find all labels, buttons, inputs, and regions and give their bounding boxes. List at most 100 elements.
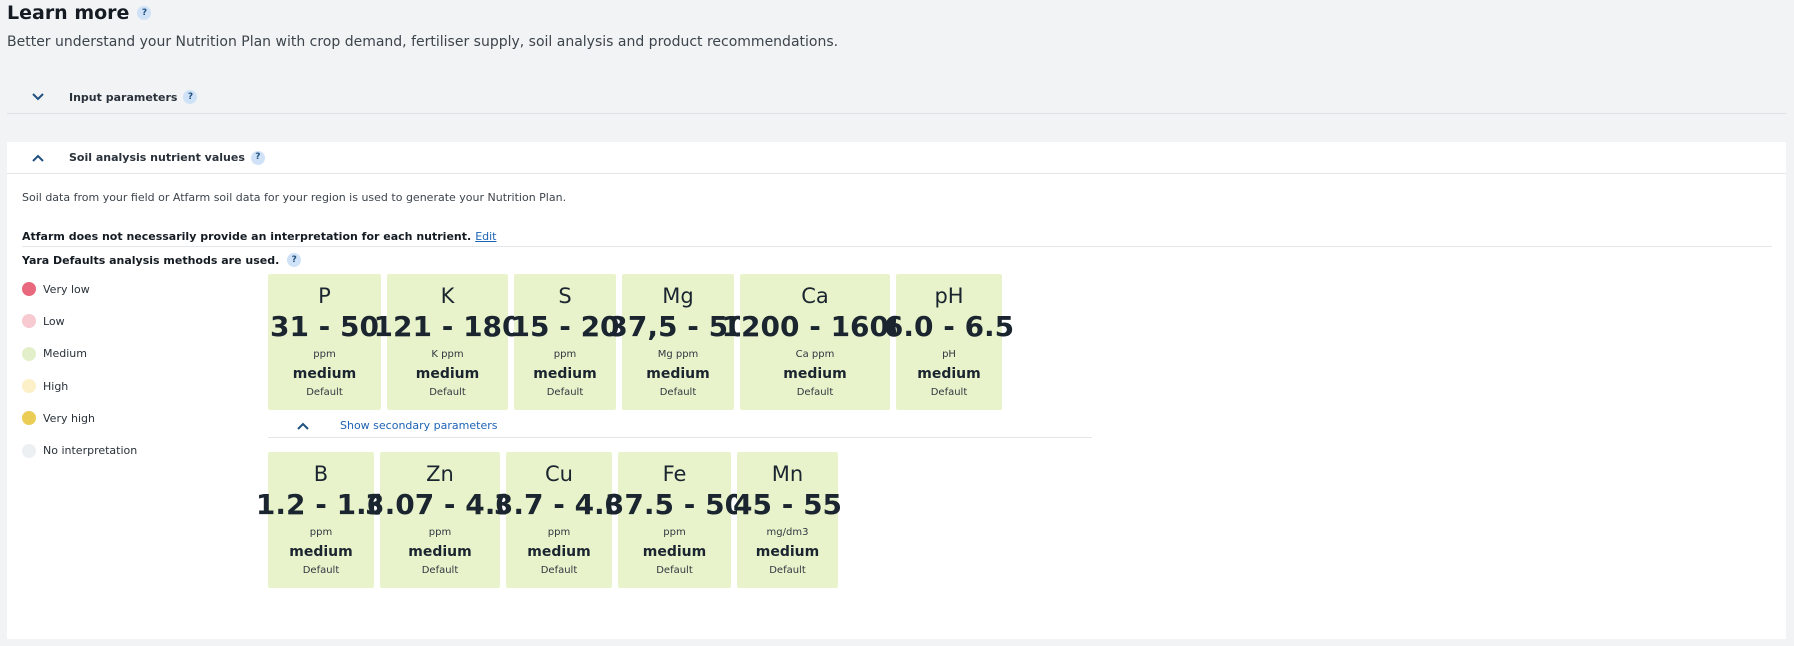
nutrient-range: 1200 - 1600 bbox=[721, 310, 909, 343]
nutrient-source: Default bbox=[659, 387, 697, 398]
nutrient-level: medium bbox=[527, 544, 591, 560]
nutrient-unit: ppm bbox=[428, 527, 452, 538]
nutrient-source: Default bbox=[930, 387, 968, 398]
edit-link[interactable]: Edit bbox=[475, 230, 496, 243]
nutrient-card[interactable]: S 15 - 20 ppm medium Default bbox=[510, 274, 620, 410]
nutrient-unit: Ca ppm bbox=[795, 349, 835, 360]
nutrient-unit: ppm bbox=[313, 349, 336, 360]
help-icon[interactable]: ? bbox=[183, 90, 198, 104]
nutrient-source: Default bbox=[429, 387, 466, 398]
analysis-method-text: Yara Defaults analysis methods are used. bbox=[22, 253, 280, 267]
legend-dot-icon bbox=[22, 346, 36, 361]
legend-item: Very high bbox=[22, 402, 137, 434]
chevron-up-icon[interactable] bbox=[294, 417, 312, 435]
nutrient-name: P bbox=[318, 284, 331, 308]
nutrient-card[interactable]: K 121 - 180 K ppm medium Default bbox=[374, 274, 522, 410]
divider bbox=[22, 246, 1772, 247]
nutrient-source: Default bbox=[540, 565, 578, 576]
nutrient-range: 45 - 55 bbox=[732, 488, 843, 521]
nutrient-unit: ppm bbox=[547, 527, 571, 538]
nutrient-range: 15 - 20 bbox=[510, 310, 620, 343]
soil-analysis-panel: Soil analysis nutrient values ? Soil dat… bbox=[7, 142, 1786, 639]
nutrient-level: medium bbox=[408, 544, 472, 560]
legend-label: Very high bbox=[43, 411, 95, 425]
nutrient-range: 31 - 50 bbox=[269, 310, 380, 343]
page-header: Learn more ? bbox=[7, 2, 152, 24]
nutrient-source: Default bbox=[306, 387, 343, 398]
nutrient-unit: Mg ppm bbox=[657, 349, 699, 360]
legend-label: Very low bbox=[43, 282, 90, 296]
help-icon[interactable]: ? bbox=[287, 253, 302, 267]
help-icon[interactable]: ? bbox=[137, 6, 152, 20]
nutrient-level: medium bbox=[646, 366, 710, 382]
primary-nutrient-cards: P 31 - 50 ppm medium Default K 121 - 180 K ppm m… bbox=[268, 274, 1014, 410]
nutrient-source: Default bbox=[546, 387, 584, 398]
nutrient-source: Default bbox=[421, 565, 459, 576]
input-parameters-title: Input parameters bbox=[69, 90, 178, 104]
page-title: Learn more bbox=[7, 2, 130, 24]
input-parameters-accordion: Input parameters ? bbox=[7, 80, 1786, 114]
nutrient-name: S bbox=[558, 284, 572, 308]
nutrient-level: medium bbox=[917, 366, 981, 382]
nutrient-name: K bbox=[440, 284, 455, 308]
secondary-parameters-toggle[interactable]: Show secondary parameters bbox=[268, 414, 1092, 438]
chevron-down-icon[interactable] bbox=[29, 88, 47, 106]
interpretation-legend: Very low Low Medium High Very high No interpr… bbox=[22, 273, 137, 467]
nutrient-card[interactable]: Mn 45 - 55 mg/dm3 medium Default bbox=[733, 452, 842, 588]
nutrient-card[interactable]: pH 6.0 - 6.5 pH medium Default bbox=[884, 274, 1014, 410]
soil-analysis-header[interactable]: Soil analysis nutrient values ? bbox=[7, 142, 1786, 174]
warning-text: Atfarm does not necessarily provide an i… bbox=[22, 230, 472, 243]
nutrient-source: Default bbox=[769, 565, 806, 576]
nutrient-level: medium bbox=[292, 366, 357, 382]
nutrient-range: 6.0 - 6.5 bbox=[883, 310, 1015, 343]
nutrient-level: medium bbox=[289, 544, 353, 560]
nutrient-unit: ppm bbox=[553, 349, 577, 360]
nutrient-card[interactable]: Cu 3.7 - 4.0 ppm medium Default bbox=[494, 452, 624, 588]
nutrient-range: 3.07 - 4.0 bbox=[365, 488, 515, 521]
nutrient-card[interactable]: B 1.2 - 1.6 ppm medium Default bbox=[256, 452, 386, 588]
nutrient-source: Default bbox=[656, 565, 693, 576]
legend-dot-icon bbox=[22, 282, 36, 297]
nutrient-unit: K ppm bbox=[431, 349, 464, 360]
secondary-parameters-label[interactable]: Show secondary parameters bbox=[340, 419, 497, 432]
nutrient-name: Cu bbox=[545, 462, 573, 486]
nutrient-card[interactable]: Ca 1200 - 1600 Ca ppm medium Default bbox=[722, 274, 909, 410]
nutrient-level: medium bbox=[642, 544, 707, 560]
analysis-method: Yara Defaults analysis methods are used.… bbox=[22, 253, 302, 267]
nutrient-level: medium bbox=[783, 366, 847, 382]
page-subtitle: Better understand your Nutrition Plan wi… bbox=[7, 34, 839, 50]
legend-item: Medium bbox=[22, 338, 137, 370]
legend-label: No interpretation bbox=[43, 444, 138, 458]
legend-item: High bbox=[22, 370, 137, 402]
legend-label: Medium bbox=[43, 347, 87, 361]
nutrient-range: 121 - 180 bbox=[373, 310, 522, 343]
help-icon[interactable]: ? bbox=[250, 150, 265, 165]
nutrient-name: pH bbox=[934, 284, 964, 308]
nutrient-source: Default bbox=[302, 565, 340, 576]
chevron-up-icon[interactable] bbox=[29, 149, 47, 167]
nutrient-name: B bbox=[313, 462, 329, 486]
legend-item: Low bbox=[22, 305, 137, 337]
soil-analysis-title: Soil analysis nutrient values bbox=[69, 151, 245, 164]
legend-dot-icon bbox=[22, 443, 36, 458]
nutrient-level: medium bbox=[755, 544, 820, 560]
nutrient-card[interactable]: P 31 - 50 ppm medium Default bbox=[268, 274, 381, 410]
nutrient-name: Mg bbox=[662, 284, 694, 308]
nutrient-card[interactable]: Zn 3.07 - 4.0 ppm medium Default bbox=[365, 452, 515, 588]
input-parameters-header[interactable]: Input parameters ? bbox=[7, 80, 1786, 114]
legend-label: Low bbox=[43, 314, 65, 328]
nutrient-card[interactable]: Mg 37,5 - 50 Mg ppm medium Default bbox=[608, 274, 748, 410]
legend-item: No interpretation bbox=[22, 434, 137, 466]
legend-dot-icon bbox=[22, 314, 36, 329]
nutrient-level: medium bbox=[533, 366, 597, 382]
nutrient-unit: ppm bbox=[663, 527, 686, 538]
legend-label: High bbox=[43, 379, 69, 393]
nutrient-unit: ppm bbox=[309, 527, 333, 538]
legend-item: Very low bbox=[22, 273, 137, 305]
nutrient-name: Zn bbox=[426, 462, 454, 486]
nutrient-name: Fe bbox=[662, 462, 687, 486]
interpretation-warning: Atfarm does not necessarily provide an i… bbox=[22, 230, 497, 243]
nutrient-source: Default bbox=[796, 387, 834, 398]
nutrient-card[interactable]: Fe 37.5 - 50 ppm medium Default bbox=[605, 452, 744, 588]
nutrient-unit: mg/dm3 bbox=[766, 527, 809, 538]
